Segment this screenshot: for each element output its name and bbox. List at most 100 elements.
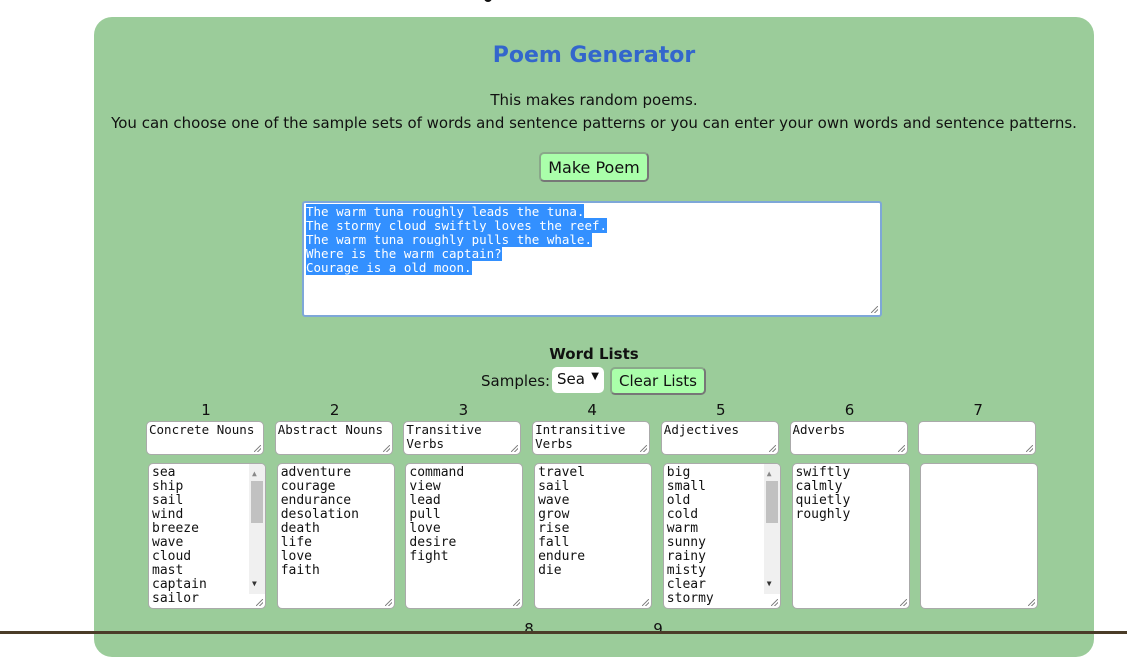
- word-list-item: travel: [538, 465, 586, 480]
- resize-grip-icon[interactable]: [256, 599, 263, 606]
- word-list-textarea[interactable]: swiftly calmly quietly roughly: [791, 463, 910, 609]
- word-list-item: view: [409, 479, 441, 494]
- scroll-up-icon[interactable]: ▲: [767, 467, 772, 481]
- word-list-item: warm: [666, 521, 699, 536]
- column-header-input[interactable]: Intransitive Verbs: [532, 421, 651, 455]
- poem-line: Where is the warm captain?: [306, 246, 502, 261]
- word-list-item: endurance: [280, 493, 352, 508]
- word-list-item: desire: [409, 535, 457, 550]
- word-list-item: wave: [152, 535, 184, 550]
- description-line-2: You can choose one of the sample sets of…: [111, 114, 1077, 132]
- resize-grip-icon[interactable]: [254, 445, 261, 452]
- scrollbar[interactable]: ▲ ▼: [249, 464, 265, 594]
- word-list-item: courage: [280, 479, 336, 494]
- column-number-9: 9: [653, 620, 663, 638]
- column-header-input[interactable]: Adjectives: [660, 421, 779, 455]
- word-list-item: fall: [538, 535, 570, 550]
- scroll-down-icon[interactable]: ▼: [252, 577, 257, 591]
- column-header-input[interactable]: Transitive Verbs: [403, 421, 522, 455]
- word-list-textarea[interactable]: big small old cold warm sunny rainy misty clear s…: [662, 463, 781, 609]
- column-header-input[interactable]: [918, 421, 1037, 455]
- word-list-item: sail: [152, 493, 184, 508]
- word-list-item: life: [280, 535, 312, 550]
- word-list-textarea[interactable]: adventure courage endurance desolation death…: [276, 463, 395, 609]
- resize-grip-icon[interactable]: [897, 445, 905, 452]
- column-header-text: Intransitive Verbs: [535, 422, 626, 451]
- word-list-item: wave: [538, 493, 570, 508]
- resize-grip-icon[interactable]: [382, 445, 390, 452]
- word-list-item: clear: [666, 577, 706, 592]
- scroll-down-icon[interactable]: ▼: [767, 577, 772, 591]
- word-list-item: misty: [666, 563, 706, 578]
- word-list-item: quietly: [795, 493, 851, 508]
- scroll-up-icon[interactable]: ▲: [252, 467, 257, 481]
- word-list-item: rise: [538, 521, 570, 536]
- poem-line: The warm tuna roughly leads the tuna.: [306, 204, 585, 219]
- word-list-item: wind: [152, 507, 184, 522]
- word-list-textarea[interactable]: [920, 463, 1039, 609]
- word-list-item: ship: [152, 479, 184, 494]
- word-list-textarea[interactable]: sea ship sail wind breeze wave cloud mast captai…: [148, 463, 266, 609]
- resize-grip-icon[interactable]: [1026, 445, 1034, 452]
- word-list-item: captain: [152, 577, 207, 592]
- resize-grip-icon[interactable]: [511, 445, 519, 452]
- column-header-text: Adjectives: [663, 422, 740, 437]
- word-list-item: desolation: [280, 507, 359, 522]
- poem-line: Courage is a old moon.: [306, 260, 472, 275]
- column-number-8: 8: [524, 620, 534, 638]
- poem-generator-panel: Poem Generator This makes random poems. …: [94, 17, 1094, 657]
- scrollbar-thumb[interactable]: [765, 481, 778, 523]
- word-list-item: pull: [409, 507, 441, 522]
- samples-select[interactable]: Sea ▼: [552, 367, 604, 393]
- word-list-textarea[interactable]: command view lead pull love desire fight: [405, 463, 524, 609]
- column-header-input[interactable]: Adverbs: [789, 421, 908, 455]
- resize-grip-icon[interactable]: [768, 445, 776, 452]
- make-poem-button[interactable]: Make Poem: [539, 152, 649, 182]
- word-list-item: grow: [538, 507, 570, 522]
- word-list-item: adventure: [280, 465, 352, 480]
- column-header-text: Transitive Verbs: [406, 422, 482, 451]
- resize-grip-icon[interactable]: [640, 445, 648, 452]
- column-header-input[interactable]: Abstract Nouns: [274, 421, 393, 455]
- resize-grip-icon[interactable]: [384, 599, 392, 606]
- word-list-item: fight: [409, 549, 449, 564]
- samples-selected-value: Sea: [557, 370, 585, 388]
- word-list-item: faith: [280, 563, 320, 578]
- resize-grip-icon[interactable]: [899, 599, 907, 606]
- word-list-item: cloud: [152, 549, 192, 564]
- samples-label: Samples:: [481, 372, 551, 390]
- scrollbar[interactable]: ▲ ▼: [763, 464, 780, 594]
- word-list-textarea[interactable]: travel sail wave grow rise fall endure die: [534, 463, 653, 609]
- column-number: 2: [329, 401, 340, 419]
- column-number: 4: [587, 401, 597, 419]
- poem-line: The stormy cloud swiftly loves the reef.: [306, 218, 608, 233]
- poem-output-textarea[interactable]: The warm tuna roughly leads the tuna. The…: [302, 201, 882, 317]
- word-list-item: die: [538, 563, 562, 578]
- scrollbar-thumb[interactable]: [251, 481, 263, 523]
- word-list-item: death: [280, 521, 320, 536]
- column-header-text: Adverbs: [792, 422, 846, 437]
- column-header-text: Concrete Nouns: [149, 422, 255, 437]
- word-list-item: stormy: [666, 591, 714, 606]
- resize-grip-icon[interactable]: [642, 599, 650, 606]
- word-list-item: lead: [409, 493, 441, 508]
- cropped-glyph: [484, 0, 492, 2]
- clear-lists-button[interactable]: Clear Lists: [610, 367, 706, 395]
- word-list-item: small: [666, 479, 706, 494]
- word-list-item: endure: [538, 549, 586, 564]
- poem-line: The warm tuna roughly pulls the whale.: [306, 232, 592, 247]
- resize-grip-icon[interactable]: [770, 599, 778, 606]
- column-number: 1: [201, 401, 211, 419]
- resize-grip-icon[interactable]: [1028, 599, 1036, 606]
- column-number: 3: [458, 401, 469, 419]
- column-header-text: Abstract Nouns: [277, 422, 384, 437]
- column-header-input[interactable]: Concrete Nouns: [146, 421, 264, 455]
- resize-grip-icon[interactable]: [871, 306, 878, 313]
- word-list-item: command: [409, 465, 465, 480]
- description-line-1: This makes random poems.: [490, 91, 698, 109]
- word-list-item: cold: [666, 507, 699, 522]
- word-list-item: big: [666, 465, 691, 480]
- word-list-item: swiftly: [795, 465, 851, 480]
- resize-grip-icon[interactable]: [513, 599, 521, 606]
- word-list-item: love: [409, 521, 441, 536]
